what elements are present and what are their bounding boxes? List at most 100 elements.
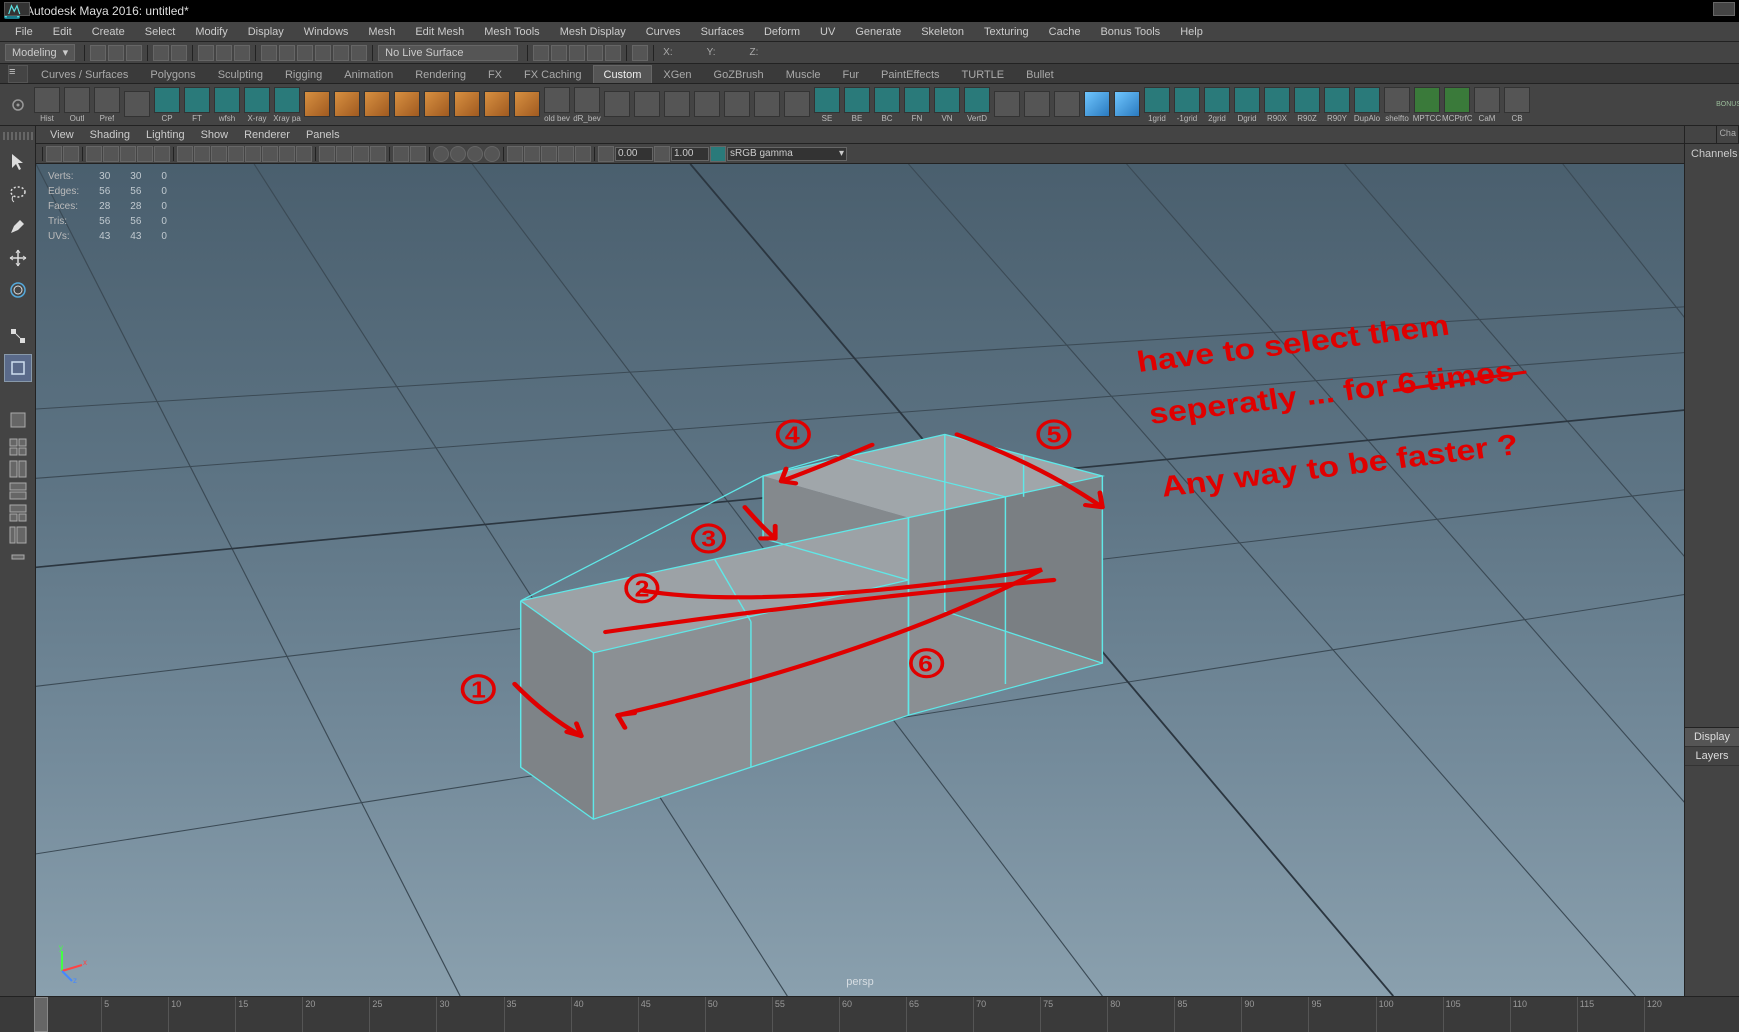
select-hier-icon[interactable] <box>216 45 232 61</box>
shelf-item-10[interactable] <box>332 91 362 118</box>
shelf-item-16[interactable] <box>512 91 542 118</box>
shelf-item-R90X[interactable]: R90X <box>1262 87 1292 123</box>
select-comp-icon[interactable] <box>234 45 250 61</box>
shelf-tab-gozbrush[interactable]: GoZBrush <box>703 65 775 83</box>
rotate-tool[interactable] <box>4 276 32 304</box>
vib-ex4-icon[interactable] <box>558 146 574 162</box>
shelf-tab-xgen[interactable]: XGen <box>652 65 702 83</box>
shelf-tab-custom[interactable]: Custom <box>593 65 653 83</box>
vib-light3-icon[interactable] <box>353 146 369 162</box>
shelf-tab-fx[interactable]: FX <box>477 65 513 83</box>
shelf-item-24[interactable] <box>752 91 782 118</box>
save-scene-icon[interactable] <box>126 45 142 61</box>
menu-surfaces[interactable]: Surfaces <box>691 26 754 38</box>
shelf-item-FN[interactable]: FN <box>902 87 932 123</box>
shelf-item-21[interactable] <box>662 91 692 118</box>
shelf-tab-bullet[interactable]: Bullet <box>1015 65 1065 83</box>
live-surface-dropdown[interactable]: No Live Surface <box>378 45 518 61</box>
timeline-track[interactable]: 1510152025303540455055606570758085909510… <box>34 997 1711 1032</box>
vib-gamma-input[interactable] <box>671 147 709 161</box>
shelf-item-20[interactable] <box>632 91 662 118</box>
snap-point-icon[interactable] <box>297 45 313 61</box>
move-tool[interactable] <box>4 244 32 272</box>
shelf-menu-icon[interactable]: ≡ <box>8 65 28 83</box>
view-menu-lighting[interactable]: Lighting <box>138 129 193 141</box>
vib-xray-icon[interactable] <box>410 146 426 162</box>
vib-camera-icon[interactable] <box>46 146 62 162</box>
menu-windows[interactable]: Windows <box>294 26 359 38</box>
menu-uv[interactable]: UV <box>810 26 845 38</box>
layout-four-tool[interactable] <box>4 438 32 456</box>
vib-ex3-icon[interactable] <box>541 146 557 162</box>
shelf-item-X-ray[interactable]: X-ray <box>242 87 272 123</box>
timeline-sound-icon[interactable] <box>1713 2 1735 16</box>
shelf-item-Dgrid[interactable]: Dgrid <box>1232 87 1262 123</box>
shelf-item-old bev[interactable]: old bev <box>542 87 572 123</box>
shelf-item-VertD[interactable]: VertD <box>962 87 992 123</box>
menu-generate[interactable]: Generate <box>845 26 911 38</box>
menu-skeleton[interactable]: Skeleton <box>911 26 974 38</box>
vib-tex-icon[interactable] <box>296 146 312 162</box>
shelf-item-R90Z[interactable]: R90Z <box>1292 87 1322 123</box>
rp-display-section[interactable]: Display <box>1685 728 1739 747</box>
menu-edit[interactable]: Edit <box>43 26 82 38</box>
menu-mesh-tools[interactable]: Mesh Tools <box>474 26 549 38</box>
menu-help[interactable]: Help <box>1170 26 1213 38</box>
view-menu-view[interactable]: View <box>42 129 82 141</box>
layout-three-tool[interactable] <box>4 504 32 522</box>
shelf-tab-rigging[interactable]: Rigging <box>274 65 333 83</box>
viewport[interactable]: 1 2 3 4 5 6 have to select them seperatl… <box>36 164 1684 996</box>
shelf-item-13[interactable] <box>422 91 452 118</box>
shelf-tab-animation[interactable]: Animation <box>333 65 404 83</box>
new-scene-icon[interactable] <box>90 45 106 61</box>
menu-curves[interactable]: Curves <box>636 26 691 38</box>
menu-deform[interactable]: Deform <box>754 26 810 38</box>
layout-single-tool[interactable] <box>4 406 32 434</box>
shelf-item-11[interactable] <box>362 91 392 118</box>
shelf-item--1grid[interactable]: -1grid <box>1172 87 1202 123</box>
workspace-dropdown[interactable]: Modeling ▾ <box>5 44 75 61</box>
snap-curve-icon[interactable] <box>279 45 295 61</box>
shelf-item-CB[interactable]: CB <box>1502 87 1532 123</box>
select-mode-icon[interactable] <box>198 45 214 61</box>
shelf-tab-polygons[interactable]: Polygons <box>139 65 206 83</box>
vib-i4-icon[interactable] <box>137 146 153 162</box>
undo-icon[interactable] <box>153 45 169 61</box>
rp-layers-section[interactable]: Layers <box>1685 747 1739 766</box>
shelf-item-Outl[interactable]: Outl <box>62 87 92 123</box>
vib-light1-icon[interactable] <box>319 146 335 162</box>
menu-texturing[interactable]: Texturing <box>974 26 1039 38</box>
shelf-item-BC[interactable]: BC <box>872 87 902 123</box>
rp-tab-channels[interactable]: Cha <box>1717 126 1739 143</box>
shelf-item-wfsh[interactable]: wfsh <box>212 87 242 123</box>
shelf-item-22[interactable] <box>692 91 722 118</box>
shelf-item-35[interactable] <box>1082 91 1112 118</box>
vib-c4-icon[interactable] <box>484 146 500 162</box>
redo-icon[interactable] <box>171 45 187 61</box>
shelf-item-12[interactable] <box>392 91 422 118</box>
menu-file[interactable]: File <box>5 26 43 38</box>
vib-i2-icon[interactable] <box>103 146 119 162</box>
shelf-tab-turtle[interactable]: TURTLE <box>951 65 1016 83</box>
snap-grid-icon[interactable] <box>261 45 277 61</box>
vib-grid-icon[interactable] <box>177 146 193 162</box>
snap-surface-icon[interactable] <box>333 45 349 61</box>
vib-iso-icon[interactable] <box>393 146 409 162</box>
snap-plane-icon[interactable] <box>315 45 331 61</box>
vib-safe-icon[interactable] <box>245 146 261 162</box>
vib-exposure-icon[interactable] <box>598 146 614 162</box>
layout-two-h-tool[interactable] <box>4 460 32 478</box>
shelf-item-shelfto[interactable]: shelfto <box>1382 87 1412 123</box>
vib-wire-icon[interactable] <box>262 146 278 162</box>
shelf-item-CaM[interactable]: CaM <box>1472 87 1502 123</box>
vib-cm-enabled-icon[interactable] <box>710 146 726 162</box>
shelf-item-BE[interactable]: BE <box>842 87 872 123</box>
shelf-item-SE[interactable]: SE <box>812 87 842 123</box>
vib-film-icon[interactable] <box>194 146 210 162</box>
open-scene-icon[interactable] <box>108 45 124 61</box>
shelf-item-MPTCC[interactable]: MPTCC <box>1412 87 1442 123</box>
vib-shade-icon[interactable] <box>279 146 295 162</box>
vib-i1-icon[interactable] <box>86 146 102 162</box>
view-menu-panels[interactable]: Panels <box>298 129 348 141</box>
shelf-item-34[interactable] <box>1052 91 1082 118</box>
